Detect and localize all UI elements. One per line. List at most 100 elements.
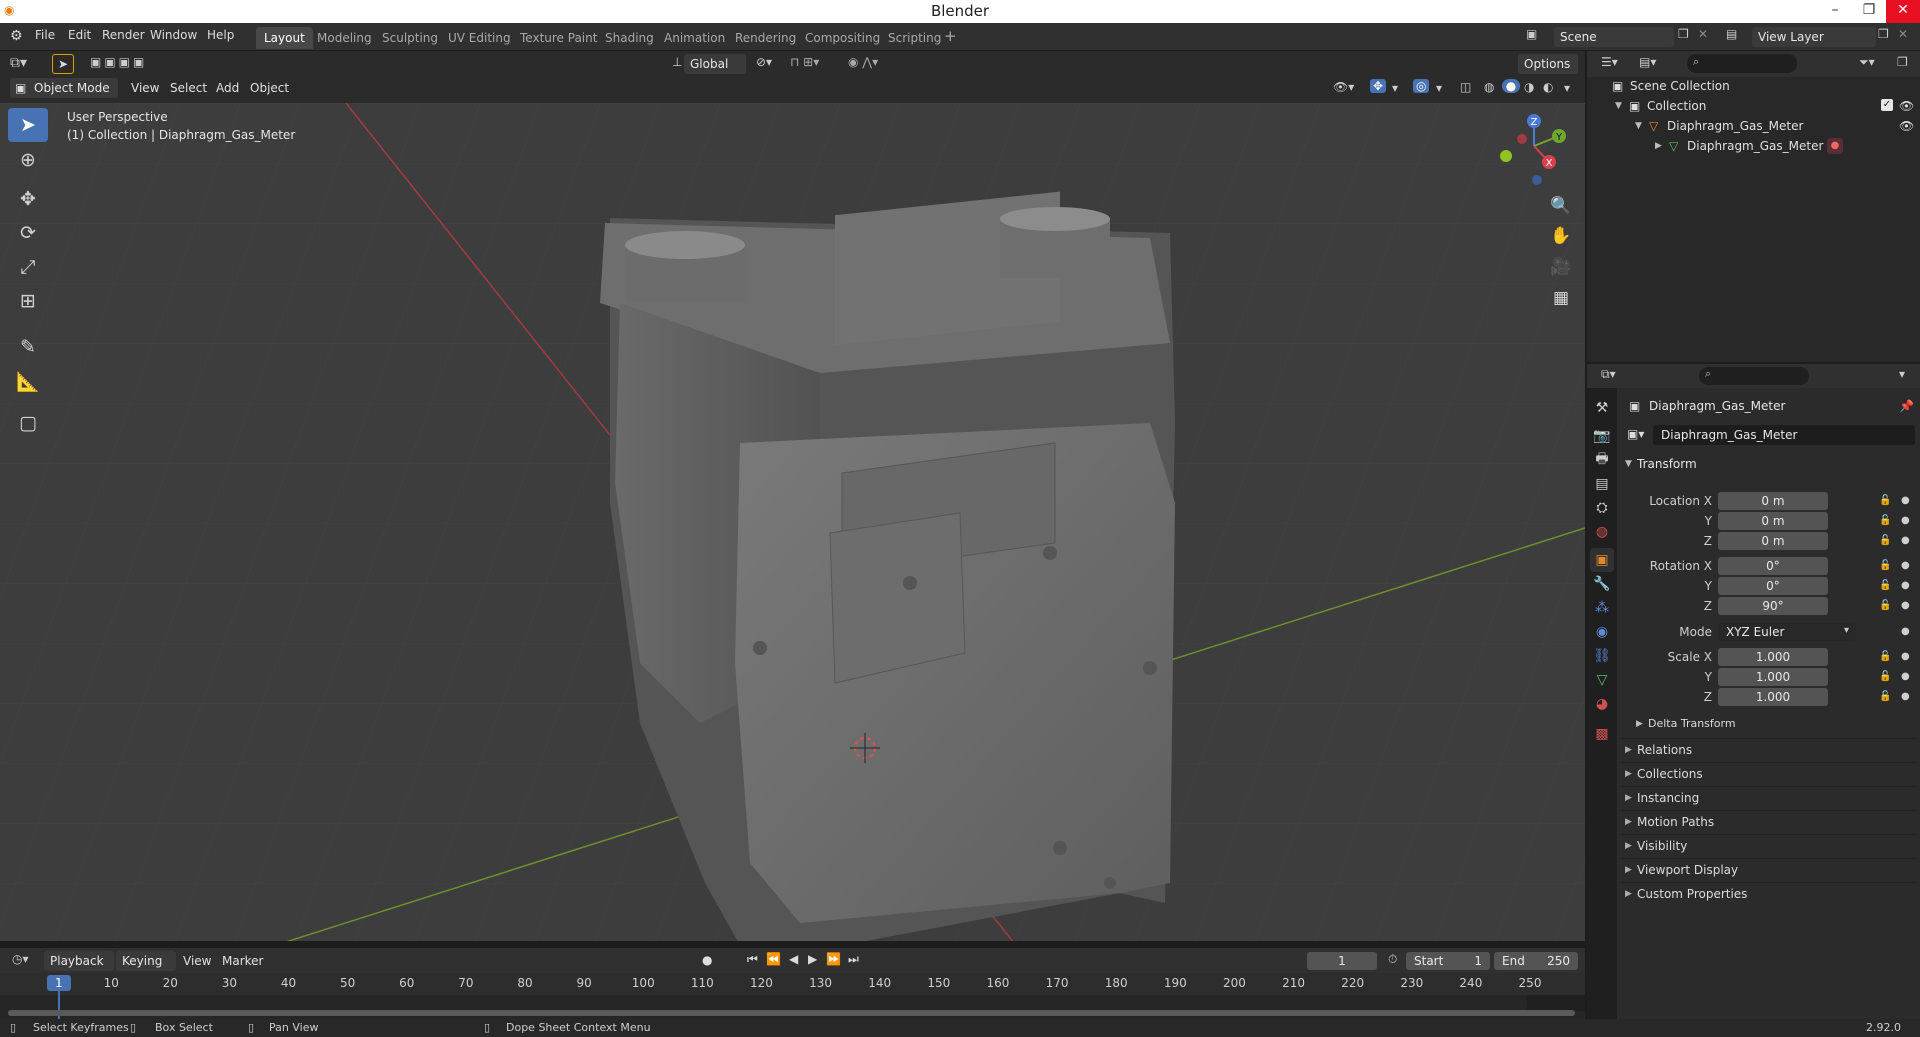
view-layer-browse-icon[interactable]: ▤ — [1726, 27, 1737, 41]
zoom-icon[interactable]: 🔍 — [1546, 191, 1576, 221]
gizmo-dropdown-icon[interactable]: ▾ — [1392, 81, 1398, 95]
scale-y-field[interactable]: 1.000 — [1718, 668, 1828, 686]
transform-tool-icon[interactable]: ⊞ — [8, 284, 48, 318]
location-x-keyframe-icon[interactable]: ● — [1901, 495, 1910, 506]
3d-viewport[interactable]: Z Y X User Perspective (1) Collection | … — [0, 103, 1585, 941]
current-frame-field[interactable]: 1 — [1307, 952, 1377, 970]
close-button[interactable]: ✕ — [1886, 0, 1920, 23]
filter-icon[interactable]: ⏷▾ — [1859, 55, 1875, 70]
timeline-editor-type-icon[interactable]: ◷▾ — [12, 952, 29, 966]
tab-compositing[interactable]: Compositing — [797, 27, 888, 49]
viewport-display-panel[interactable]: ▶ Viewport Display — [1619, 858, 1917, 881]
tool-tab-icon[interactable]: ⚒ — [1590, 396, 1614, 420]
scale-x-keyframe-icon[interactable]: ● — [1901, 651, 1910, 662]
snap-icon[interactable]: ⊓ ⊞▾ — [790, 55, 819, 69]
expand-mesh-icon[interactable]: ▶ — [1655, 136, 1662, 156]
overlay-toggle-icon[interactable]: ◎ — [1413, 79, 1430, 93]
rotation-x-lock-icon[interactable]: 🔓 — [1879, 560, 1891, 571]
pan-hand-icon[interactable]: ✋ — [1546, 221, 1576, 251]
gas-meter-model[interactable] — [600, 191, 1175, 941]
delete-scene-icon[interactable]: ✕ — [1698, 27, 1708, 41]
scene-browse-icon[interactable]: ▣ — [1526, 27, 1537, 41]
object-tab-icon[interactable]: ▣ — [1590, 548, 1614, 572]
expand-object-icon[interactable]: ▼ — [1635, 116, 1642, 136]
menu-select[interactable]: Select — [170, 81, 207, 95]
rotation-y-lock-icon[interactable]: 🔓 — [1879, 580, 1891, 591]
tab-scripting[interactable]: Scripting — [880, 27, 949, 49]
delete-view-layer-icon[interactable]: ✕ — [1898, 27, 1908, 41]
scene-field[interactable]: Scene — [1554, 27, 1674, 47]
annotate-tool-icon[interactable]: ✎ — [8, 330, 48, 364]
rendered-shading-icon[interactable]: ◐ — [1543, 80, 1553, 94]
location-y-keyframe-icon[interactable]: ● — [1901, 515, 1910, 526]
datablock-browse-icon[interactable]: ▣▾ — [1627, 427, 1644, 441]
particles-tab-icon[interactable]: ⁂ — [1590, 596, 1614, 620]
world-tab-icon[interactable]: ◍ — [1590, 520, 1614, 544]
physics-tab-icon[interactable]: ◉ — [1590, 620, 1614, 644]
move-tool-icon[interactable]: ✥ — [8, 182, 48, 216]
datablock-name-field[interactable]: Diaphragm_Gas_Meter — [1653, 425, 1915, 445]
marker-menu[interactable]: Marker — [222, 954, 263, 968]
tab-animation[interactable]: Animation — [656, 27, 733, 49]
end-frame-field[interactable]: End 250 — [1494, 952, 1578, 970]
outliner-search-field[interactable] — [1687, 54, 1797, 73]
delta-transform-subpanel[interactable]: ▶ Delta Transform — [1632, 714, 1912, 734]
timeline-scrollbar[interactable] — [8, 1010, 1575, 1016]
visibility-panel[interactable]: ▶ Visibility — [1619, 834, 1917, 857]
orthographic-toggle-icon[interactable]: ▦ — [1546, 283, 1576, 313]
pivot-icon[interactable]: ⊘▾ — [756, 55, 772, 69]
render-tab-icon[interactable]: 📷 — [1590, 424, 1614, 448]
outliner-row-mesh[interactable]: ▶ ▽ Diaphragm_Gas_Meter ● — [1587, 136, 1920, 156]
scale-x-lock-icon[interactable]: 🔓 — [1879, 651, 1891, 662]
scale-x-field[interactable]: 1.000 — [1718, 648, 1828, 666]
overlay-dropdown-icon[interactable]: ▾ — [1436, 81, 1442, 95]
location-z-keyframe-icon[interactable]: ● — [1901, 535, 1910, 546]
restore-button[interactable]: ❐ — [1852, 0, 1886, 23]
location-y-lock-icon[interactable]: 🔓 — [1879, 515, 1891, 526]
texture-tab-icon[interactable]: ▩ — [1590, 722, 1614, 746]
view-layer-field[interactable]: View Layer — [1752, 27, 1876, 47]
scale-z-keyframe-icon[interactable]: ● — [1901, 691, 1910, 702]
timeline-view-menu[interactable]: View — [183, 954, 211, 968]
menu-render[interactable]: Render — [102, 28, 145, 42]
data-tab-icon[interactable]: ▽ — [1590, 668, 1614, 692]
camera-view-icon[interactable]: 🎥 — [1546, 252, 1576, 282]
menu-add[interactable]: Add — [216, 81, 239, 95]
location-x-field[interactable]: 0 m — [1718, 492, 1828, 510]
modifiers-tab-icon[interactable]: 🔧 — [1590, 572, 1614, 596]
expand-collection-icon[interactable]: ▼ — [1615, 96, 1622, 116]
tab-rendering[interactable]: Rendering — [727, 27, 804, 49]
instancing-panel[interactable]: ▶ Instancing — [1619, 786, 1917, 809]
transform-panel-header[interactable]: ▼ Transform — [1619, 453, 1917, 475]
outliner-row-scene-collection[interactable]: ▣ Scene Collection — [1587, 76, 1920, 96]
rotation-z-field[interactable]: 90° — [1718, 597, 1828, 615]
display-mode-icon[interactable]: ▤▾ — [1639, 55, 1656, 69]
visibility-icon[interactable]: 👁▾ — [1333, 80, 1354, 94]
playback-menu[interactable]: Playback — [44, 951, 114, 971]
minimize-button[interactable]: – — [1818, 0, 1852, 23]
rotation-x-field[interactable]: 0° — [1718, 557, 1828, 575]
jump-start-icon[interactable]: ⏮ — [747, 952, 758, 967]
jump-keyframe-forward-icon[interactable]: ⏩ — [826, 952, 841, 966]
collection-checkbox[interactable]: ✓ — [1881, 99, 1893, 111]
rotation-y-keyframe-icon[interactable]: ● — [1901, 580, 1910, 591]
outliner-row-object[interactable]: ▼ ▽ Diaphragm_Gas_Meter 👁 — [1587, 116, 1920, 136]
start-frame-field[interactable]: Start 1 — [1406, 952, 1490, 970]
tab-modeling[interactable]: Modeling — [309, 27, 380, 49]
transform-orientation-dropdown[interactable]: Global — [684, 54, 746, 74]
scale-z-field[interactable]: 1.000 — [1718, 688, 1828, 706]
output-tab-icon[interactable]: 🖶 — [1590, 448, 1614, 472]
menu-window[interactable]: Window — [150, 28, 197, 42]
pin-icon[interactable]: 📌 — [1899, 399, 1914, 413]
jump-end-icon[interactable]: ⏭ — [848, 952, 859, 967]
menu-object[interactable]: Object — [250, 81, 289, 95]
rotation-x-keyframe-icon[interactable]: ● — [1901, 560, 1910, 571]
constraints-tab-icon[interactable]: ⛓ — [1590, 644, 1614, 668]
new-collection-icon[interactable]: ❐ — [1897, 55, 1908, 69]
menu-help[interactable]: Help — [207, 28, 234, 42]
location-z-lock-icon[interactable]: 🔓 — [1879, 535, 1891, 546]
custom-properties-panel[interactable]: ▶ Custom Properties — [1619, 882, 1917, 905]
gizmo-toggle-icon[interactable]: ✥ — [1370, 79, 1387, 93]
proportional-edit-icon[interactable]: ◉ ⋀▾ — [848, 55, 878, 69]
collections-panel[interactable]: ▶ Collections — [1619, 762, 1917, 785]
